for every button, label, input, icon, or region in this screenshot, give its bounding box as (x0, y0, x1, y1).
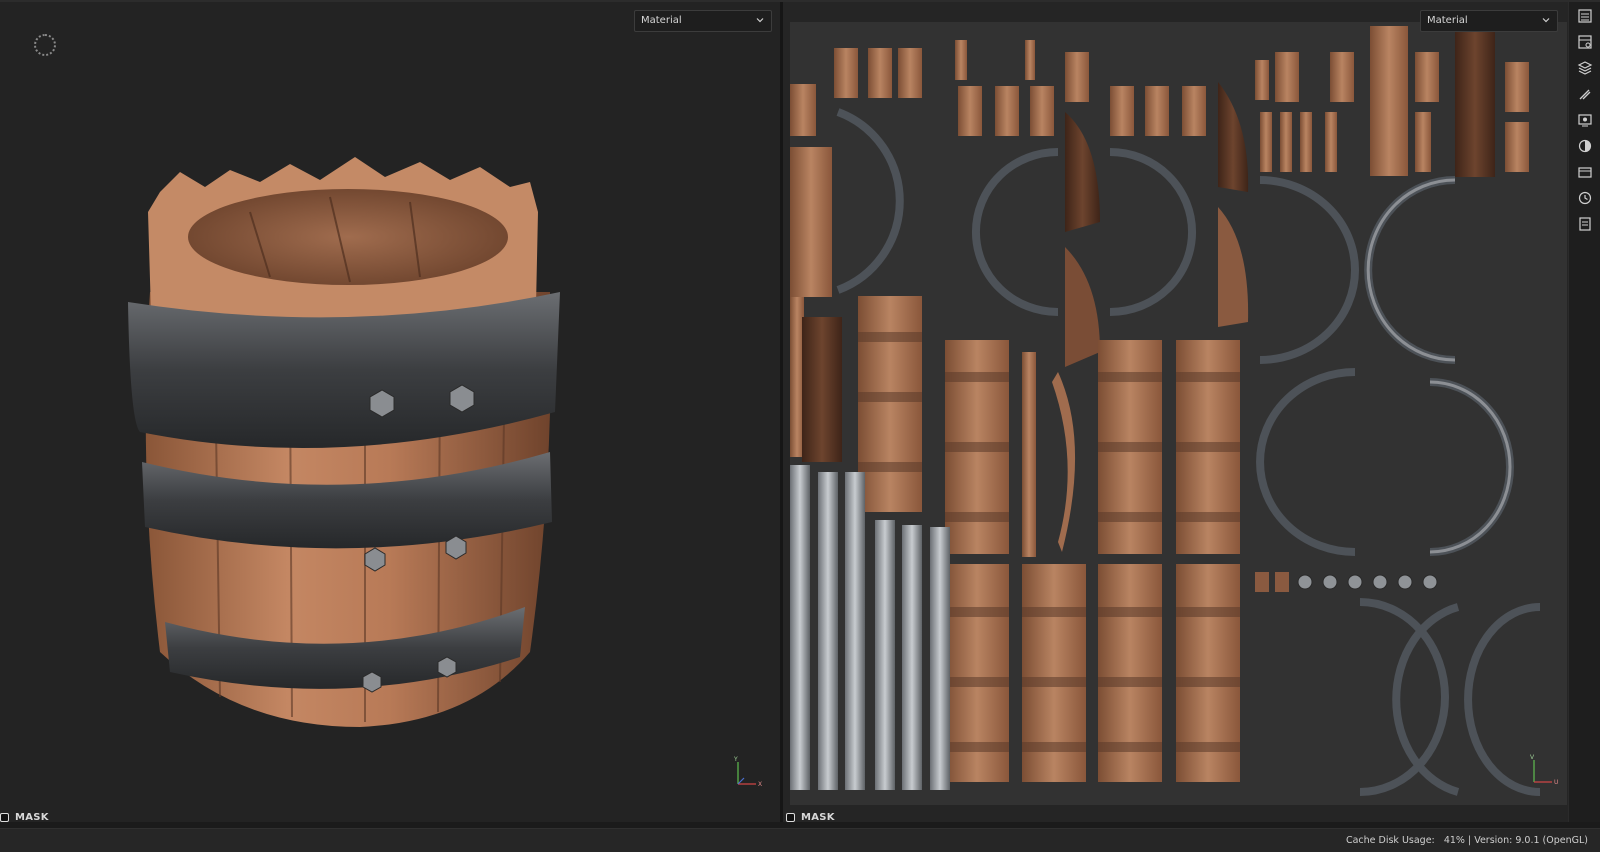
right-dock-toolbar (1568, 2, 1600, 822)
dropdown-value: Material (641, 15, 682, 26)
chevron-down-icon (756, 18, 764, 23)
uv-texture-canvas[interactable] (790, 22, 1567, 805)
status-separator: | (1467, 835, 1472, 846)
viewport-2d-mask-toggle[interactable]: MASK (786, 812, 835, 823)
log-icon[interactable] (1577, 216, 1593, 232)
mask-label: MASK (801, 812, 835, 823)
uv-islands (790, 26, 1541, 796)
dropdown-value: Material (1427, 15, 1468, 26)
mask-label: MASK (15, 812, 49, 823)
axis-gizmo-icon: Y X (733, 756, 762, 788)
shader-settings-icon[interactable] (1577, 138, 1593, 154)
properties-icon[interactable] (1577, 86, 1593, 102)
axis-y-label: Y (733, 756, 738, 763)
status-info: Cache Disk Usage: 41% | Version: 9.0.1 (… (1346, 835, 1588, 846)
viewport-3d-mask-toggle[interactable]: MASK (0, 812, 49, 823)
layers-icon[interactable] (1577, 60, 1593, 76)
axis-v-label: V (1530, 754, 1535, 761)
viewport-3d[interactable]: Material Y X (0, 2, 780, 822)
texture-set-list-icon[interactable] (1577, 8, 1593, 24)
cache-disk-value: 41% (1443, 835, 1465, 846)
viewport-2d-channel-dropdown[interactable]: Material (1420, 10, 1558, 32)
chevron-down-icon (1542, 18, 1550, 23)
axis-u-label: U (1554, 779, 1558, 786)
axis-x-label: X (758, 781, 762, 788)
loading-spinner-icon (34, 34, 56, 56)
shelf-icon[interactable] (1577, 164, 1593, 180)
history-icon[interactable] (1577, 190, 1593, 206)
display-settings-icon[interactable] (1577, 112, 1593, 128)
mask-checkbox-icon (0, 813, 9, 822)
barrel-3d-model[interactable] (120, 152, 580, 752)
texture-set-settings-icon[interactable] (1577, 34, 1593, 50)
cache-disk-label: Cache Disk Usage: (1345, 835, 1435, 846)
viewport-3d-channel-dropdown[interactable]: Material (634, 10, 772, 32)
uv-axis-gizmo-icon: V U (1530, 754, 1558, 786)
version-text: Version: 9.0.1 (OpenGL) (1474, 835, 1588, 846)
status-bar: Cache Disk Usage: 41% | Version: 9.0.1 (… (0, 828, 1600, 852)
mask-checkbox-icon (786, 813, 795, 822)
